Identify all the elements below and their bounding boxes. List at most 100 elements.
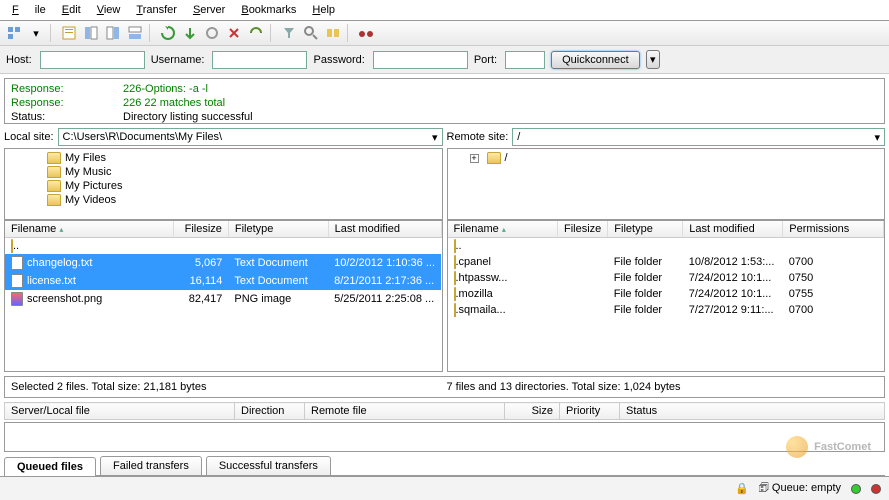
file-icon	[11, 274, 23, 288]
watermark: FastComet	[786, 436, 871, 458]
col-filetype[interactable]: Filetype	[228, 221, 328, 238]
col-priority[interactable]: Priority	[560, 403, 620, 420]
tree-item: My Files	[7, 151, 440, 165]
col-permissions[interactable]: Permissions	[783, 221, 884, 238]
remote-site-label: Remote site:	[447, 131, 509, 143]
username-input[interactable]	[212, 51, 307, 69]
chevron-down-icon: ▾	[874, 131, 880, 144]
tab-failed[interactable]: Failed transfers	[100, 456, 202, 475]
folder-icon	[47, 194, 61, 206]
parent-dir-row[interactable]: ..	[5, 238, 441, 255]
file-icon	[11, 256, 23, 270]
menu-file[interactable]: File	[4, 2, 54, 18]
queue-tabs: Queued files Failed transfers Successful…	[4, 456, 885, 476]
log-label: Status:	[11, 111, 121, 123]
transfer-queue[interactable]	[4, 422, 885, 452]
menu-bookmarks[interactable]: Bookmarks	[233, 2, 304, 18]
compare-icon[interactable]	[323, 23, 343, 43]
password-input[interactable]	[373, 51, 468, 69]
search-icon[interactable]	[301, 23, 321, 43]
parent-dir-row[interactable]: ..	[448, 238, 884, 255]
quickconnect-button[interactable]: Quickconnect	[551, 51, 640, 69]
menu-server[interactable]: Server	[185, 2, 233, 18]
log-label: Response:	[11, 97, 121, 109]
menu-help[interactable]: Help	[304, 2, 343, 18]
host-input[interactable]	[40, 51, 145, 69]
folder-icon	[47, 166, 61, 178]
local-site-label: Local site:	[4, 131, 54, 143]
table-row[interactable]: .sqmaila...File folder7/27/2012 9:11:...…	[448, 302, 884, 318]
col-filesize[interactable]: Filesize	[558, 221, 608, 238]
col-remote-file[interactable]: Remote file	[305, 403, 505, 420]
col-server-file[interactable]: Server/Local file	[5, 403, 235, 420]
local-status: Selected 2 files. Total size: 21,181 byt…	[11, 381, 443, 393]
activity-led-green	[851, 484, 861, 494]
site-manager-icon[interactable]	[4, 23, 24, 43]
col-filename[interactable]: Filename ▴	[448, 221, 558, 238]
toggle-log-icon[interactable]	[59, 23, 79, 43]
status-bar: 🔒 🗊 Queue: empty	[0, 476, 889, 500]
folder-icon	[47, 180, 61, 192]
remote-file-list[interactable]: Filename ▴ Filesize Filetype Last modifi…	[447, 220, 886, 372]
remote-path-combo[interactable]: /▾	[512, 128, 885, 146]
queue-status: 🗊 Queue: empty	[759, 479, 841, 498]
tree-item: +/	[450, 151, 883, 165]
log-text: 226 22 matches total	[123, 97, 253, 109]
process-queue-icon[interactable]	[180, 23, 200, 43]
local-tree[interactable]: My Files My Music My Pictures My Videos	[4, 148, 443, 220]
toggle-tree-icon[interactable]	[81, 23, 101, 43]
remote-status: 7 files and 13 directories. Total size: …	[447, 381, 879, 393]
toggle-remote-tree-icon[interactable]	[103, 23, 123, 43]
menu-edit[interactable]: Edit	[54, 2, 89, 18]
menu-transfer[interactable]: Transfer	[128, 2, 185, 18]
file-icon	[11, 292, 23, 306]
sort-asc-icon: ▴	[59, 225, 63, 234]
table-row[interactable]: license.txt16,114Text Document8/21/2011 …	[5, 272, 441, 290]
username-label: Username:	[151, 54, 207, 66]
menubar: File Edit View Transfer Server Bookmarks…	[0, 0, 889, 21]
tree-item: My Videos	[7, 193, 440, 207]
message-log[interactable]: Response:226-Options: -a -l Response:226…	[4, 78, 885, 124]
sort-asc-icon: ▴	[502, 225, 506, 234]
col-modified[interactable]: Last modified	[328, 221, 441, 238]
table-row[interactable]: .mozillaFile folder7/24/2012 10:1...0755	[448, 286, 884, 302]
tree-item: My Pictures	[7, 179, 440, 193]
col-modified[interactable]: Last modified	[683, 221, 783, 238]
chevron-down-icon[interactable]: ▾	[26, 23, 46, 43]
table-row[interactable]: screenshot.png82,417PNG image5/25/2011 2…	[5, 290, 441, 308]
disconnect-icon[interactable]	[224, 23, 244, 43]
col-status[interactable]: Status	[620, 403, 885, 420]
expand-icon[interactable]: +	[470, 154, 479, 163]
table-row[interactable]: changelog.txt5,067Text Document10/2/2012…	[5, 254, 441, 272]
remote-tree[interactable]: +/	[447, 148, 886, 220]
menu-view[interactable]: View	[89, 2, 129, 18]
reconnect-icon[interactable]	[246, 23, 266, 43]
port-input[interactable]	[505, 51, 545, 69]
toggle-queue-icon[interactable]	[125, 23, 145, 43]
col-direction[interactable]: Direction	[235, 403, 305, 420]
col-filetype[interactable]: Filetype	[608, 221, 683, 238]
brand-icon	[786, 436, 808, 458]
remote-pane: Remote site: /▾ +/ Filename ▴ Filesize F…	[447, 128, 886, 372]
table-row[interactable]: .htpassw...File folder7/24/2012 10:1...0…	[448, 270, 884, 286]
quickconnect-bar: Host: Username: Password: Port: Quickcon…	[0, 46, 889, 74]
tab-successful[interactable]: Successful transfers	[206, 456, 331, 475]
host-label: Host:	[6, 54, 34, 66]
binoculars-icon[interactable]	[356, 23, 376, 43]
col-size[interactable]: Size	[505, 403, 560, 420]
table-row[interactable]: .cpanelFile folder10/8/2012 1:53:...0700	[448, 254, 884, 270]
local-file-list[interactable]: Filename ▴ Filesize Filetype Last modifi…	[4, 220, 443, 372]
refresh-icon[interactable]	[158, 23, 178, 43]
quickconnect-history-dropdown[interactable]: ▾	[646, 50, 660, 69]
filter-icon[interactable]	[279, 23, 299, 43]
activity-led-red	[871, 484, 881, 494]
password-label: Password:	[313, 54, 366, 66]
col-filename[interactable]: Filename ▴	[5, 221, 174, 238]
col-filesize[interactable]: Filesize	[174, 221, 229, 238]
tab-queued[interactable]: Queued files	[4, 457, 96, 476]
tree-item: My Music	[7, 165, 440, 179]
local-path-combo[interactable]: C:\Users\R\Documents\My Files\▾	[58, 128, 443, 146]
folder-icon	[47, 152, 61, 164]
cancel-icon[interactable]	[202, 23, 222, 43]
encryption-icon: 🔒	[735, 482, 749, 495]
